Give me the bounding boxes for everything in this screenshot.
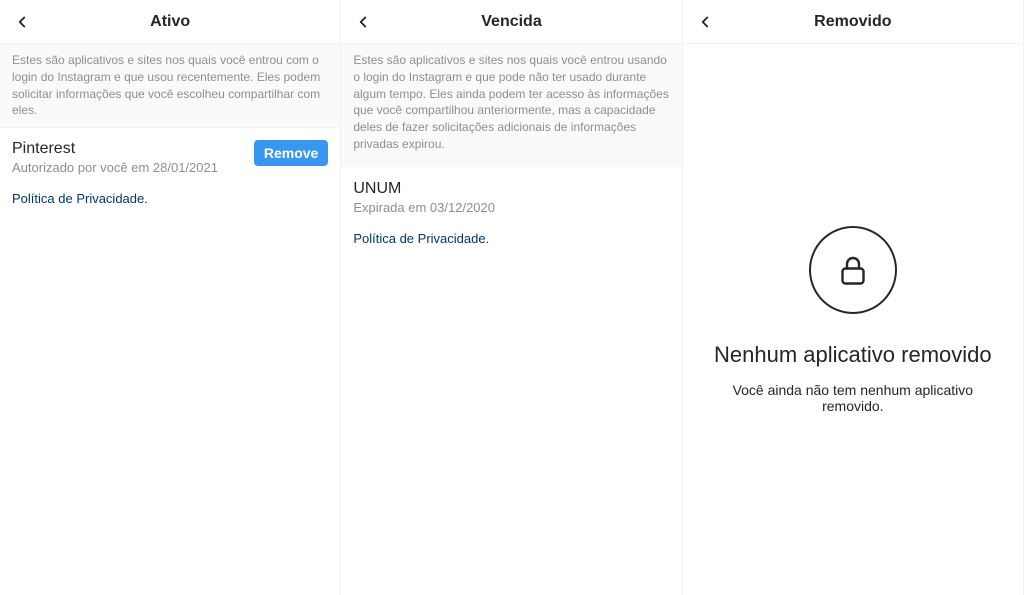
app-name: Pinterest — [12, 140, 246, 158]
page-title: Vencida — [481, 13, 541, 31]
app-item-unum[interactable]: UNUM Expirada em 03/12/2020 — [341, 168, 681, 227]
privacy-policy-link[interactable]: Política de Privacidade. — [341, 227, 681, 258]
pane-expired: Vencida Estes são aplicativos e sites no… — [341, 0, 682, 595]
app-item-pinterest[interactable]: Pinterest Autorizado por você em 28/01/2… — [0, 128, 340, 187]
page-title: Removido — [814, 13, 891, 31]
app-name: UNUM — [353, 180, 669, 198]
app-info: Pinterest Autorizado por você em 28/01/2… — [12, 140, 246, 175]
lock-circle — [809, 226, 897, 314]
app-subtext: Expirada em 03/12/2020 — [353, 200, 669, 215]
header-expired: Vencida — [341, 0, 681, 44]
remove-button[interactable]: Remove — [254, 140, 328, 166]
description-text: Estes são aplicativos e sites nos quais … — [341, 44, 681, 162]
pane-removed: Removido Nenhum aplicativo removido Você… — [683, 0, 1024, 595]
header-removed: Removido — [683, 0, 1023, 44]
app-subtext: Autorizado por você em 28/01/2021 — [12, 160, 246, 175]
description-text: Estes são aplicativos e sites nos quais … — [0, 44, 340, 128]
back-button[interactable] — [347, 6, 379, 38]
back-chevron-icon — [13, 13, 31, 31]
back-chevron-icon — [696, 13, 714, 31]
lock-icon — [835, 252, 871, 288]
privacy-policy-link[interactable]: Política de Privacidade. — [0, 187, 340, 218]
back-button[interactable] — [6, 6, 38, 38]
app-info: UNUM Expirada em 03/12/2020 — [353, 180, 669, 215]
empty-subtext: Você ainda não tem nenhum aplicativo rem… — [703, 382, 1003, 414]
empty-title: Nenhum aplicativo removido — [714, 342, 992, 368]
pane-active: Ativo Estes são aplicativos e sites nos … — [0, 0, 341, 595]
empty-state: Nenhum aplicativo removido Você ainda nã… — [683, 44, 1023, 595]
page-title: Ativo — [150, 13, 190, 31]
back-chevron-icon — [354, 13, 372, 31]
header-active: Ativo — [0, 0, 340, 44]
back-button[interactable] — [689, 6, 721, 38]
